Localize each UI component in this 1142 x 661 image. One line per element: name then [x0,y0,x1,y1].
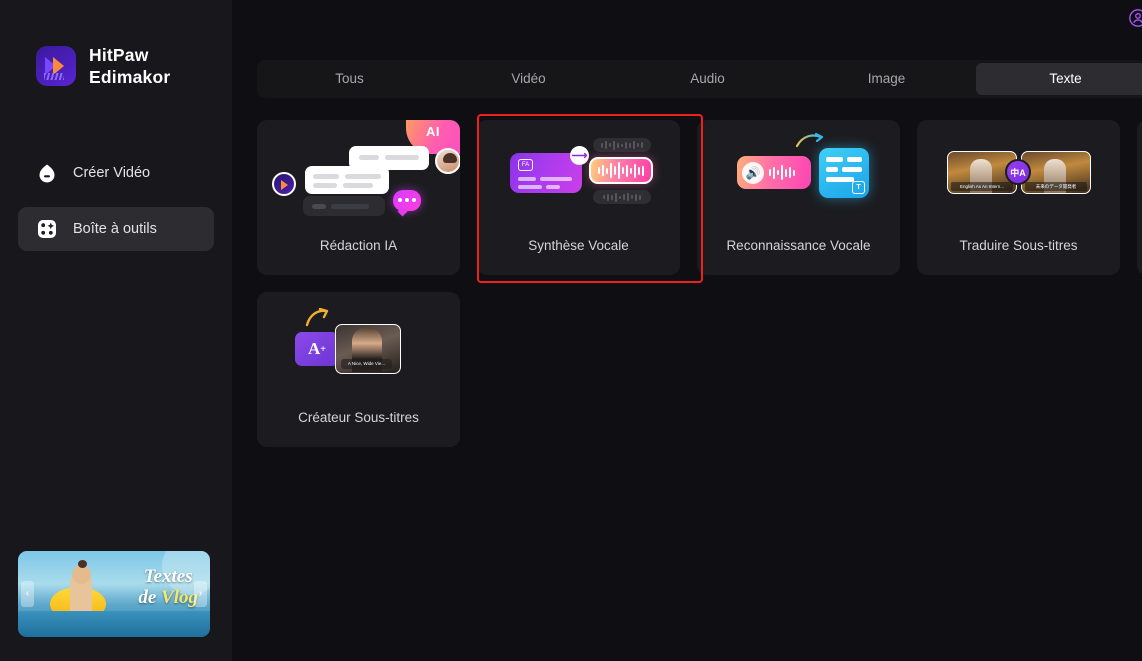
waveform-active-icon [589,157,653,184]
app-window: HitPaw Edimakor Créer Vidéo Boîte à outi… [0,0,1142,661]
card-label: Traduire Sous-titres [959,238,1078,253]
result-video-thumb: A Nice, Wide Vie... [335,324,401,374]
promo-line-2-plain: de [138,586,162,608]
sidebar-nav: Créer Vidéo Boîte à outils [0,151,232,251]
language-tag-label: FA [518,159,533,171]
speaker-icon: 🔊 [742,161,764,184]
card-art: A ⟶ Master A Audio... [1137,120,1142,228]
waveform-dim-bottom [593,190,651,204]
sidebar-item-boite-a-outils[interactable]: Boîte à outils [18,206,214,251]
tool-card-grid: AI Rédaction IA FA ⟶ Synthèse Vocale 🔊 T… [257,120,1142,447]
card-label: Synthèse Vocale [528,238,629,253]
tool-card-traduire-sous-titres[interactable]: English As An Intern... 未来のデータ開発者 中A Tra… [917,120,1120,275]
sidebar-item-label: Créer Vidéo [73,164,151,181]
tool-card-createur-sous-titres[interactable]: A + A Nice, Wide Vie... Créateur Sous-tit… [257,292,460,447]
card-label: Reconnaissance Vocale [726,238,871,253]
chat-dots-icon [393,190,421,211]
waveform-dim-top [593,138,651,152]
audio-source-icon: 🔊 [737,156,811,189]
card-art: English As An Intern... 未来のデータ開発者 中A [917,120,1120,228]
create-video-icon [36,162,58,184]
account-circle-icon[interactable] [1118,0,1142,36]
brand-line-1: HitPaw [89,45,149,65]
promo-line-2-accent: Vlog [161,586,198,608]
transcript-doc-icon: T [819,148,869,198]
translated-video-thumb: 未来のデータ開発者 [1021,151,1091,194]
card-label: Diviser les sous-titres [1137,238,1142,253]
promo-text: Textes de Vlog [138,566,198,609]
create-curve-arrow-icon [305,308,329,327]
text-style-letter: A [308,339,321,358]
chat-bubble-bottom [303,196,385,216]
brand-line-2: Edimakor [89,67,171,88]
convert-arrow-icon: ⟶ [570,146,589,165]
tool-card-synthese-vocale[interactable]: FA ⟶ Synthèse Vocale [477,120,680,275]
text-badge-label: T [852,181,865,194]
tool-card-reconnaissance-vocale[interactable]: 🔊 T Reconnaissance Vocale [697,120,900,275]
category-tabs: Tous Vidéo Audio Image Texte Outils IA [257,60,1142,98]
brand-avatar-icon [272,172,296,196]
tab-video[interactable]: Vidéo [439,63,618,95]
app-logo-icon [36,46,76,87]
card-art: A + A Nice, Wide Vie... [257,292,460,400]
source-subtitle-text: English As An Intern... [951,182,1013,191]
sidebar: HitPaw Edimakor Créer Vidéo Boîte à outi… [0,0,232,661]
promo-banner[interactable]: Textes de Vlog ‹ › [18,551,210,637]
promo-next-arrow[interactable]: › [194,581,207,607]
user-avatar-icon [435,148,460,174]
brand: HitPaw Edimakor [0,0,232,89]
card-label: Rédaction IA [319,238,398,253]
tab-audio[interactable]: Audio [618,63,797,95]
convert-curve-arrow-icon [795,132,824,148]
promo-line-1: Textes [143,566,193,587]
translate-badge-icon: 中A [1005,159,1031,185]
tab-image[interactable]: Image [797,63,976,95]
toolbox-icon [36,218,58,240]
tool-card-redaction-ia[interactable]: AI Rédaction IA [257,120,460,275]
promo-line-2: de Vlog [138,586,198,609]
tab-tous[interactable]: Tous [260,63,439,95]
brand-name: HitPaw Edimakor [89,44,170,89]
translated-subtitle-text: 未来のデータ開発者 [1025,182,1087,191]
result-subtitle-text: A Nice, Wide Vie... [341,359,392,369]
chat-bubble-mid [305,166,389,194]
card-art: FA ⟶ [477,120,680,228]
card-label: Créateur Sous-titres [298,410,419,425]
card-art: AI [257,120,460,228]
main-area: Tous Vidéo Audio Image Texte Outils IA A… [232,0,1142,661]
text-style-plus: + [320,343,326,355]
promo-prev-arrow[interactable]: ‹ [21,581,34,607]
title-bar [232,0,1142,36]
tab-texte[interactable]: Texte [976,63,1142,95]
card-art: 🔊 T [697,120,900,228]
tool-card-diviser-les-sous-titres[interactable]: A ⟶ Master A Audio... Diviser les sous-t… [1137,120,1142,275]
text-style-icon: A + [295,332,339,366]
sidebar-item-creer-video[interactable]: Créer Vidéo [18,151,214,195]
sidebar-item-label: Boîte à outils [73,220,157,237]
